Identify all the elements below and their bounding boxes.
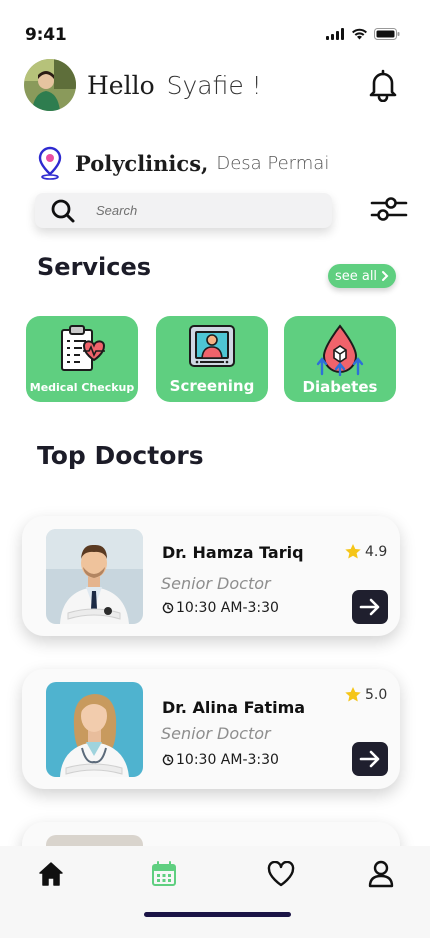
doctor-role: Senior Doctor bbox=[161, 724, 271, 743]
heart-icon bbox=[267, 861, 295, 887]
location-title: Polyclinics, bbox=[75, 150, 209, 176]
chevron-right-icon bbox=[382, 271, 389, 281]
hours-text: 10:30 AM-3:30 bbox=[176, 600, 279, 616]
doctor-card[interactable]: Dr. Alina Fatima 5.0 Senior Doctor 10:30… bbox=[22, 669, 400, 789]
service-label: Medical Checkup bbox=[29, 381, 135, 394]
monitor-doctor-icon bbox=[189, 325, 235, 367]
search-icon bbox=[51, 199, 75, 222]
service-label: Diabetes bbox=[302, 378, 378, 396]
location[interactable]: Polyclinics, Desa Permai bbox=[37, 146, 329, 180]
blood-drop-icon bbox=[316, 324, 364, 376]
top-doctors-title: Top Doctors bbox=[37, 441, 204, 470]
hours-text: 10:30 AM-3:30 bbox=[176, 752, 279, 768]
see-all-button[interactable]: see all bbox=[328, 264, 396, 288]
location-pin-icon bbox=[38, 146, 62, 180]
calendar-icon bbox=[152, 861, 176, 886]
doctor-rating: 4.9 bbox=[344, 543, 387, 560]
open-doctor-button[interactable] bbox=[352, 590, 388, 624]
services-title: Services bbox=[37, 253, 152, 281]
clock-icon bbox=[162, 754, 174, 766]
doctor-card[interactable]: Dr. Hamza Tariq 4.9 Senior Doctor 10:30 … bbox=[22, 516, 400, 636]
star-icon bbox=[345, 544, 361, 559]
greeting: Hello Syafie ! bbox=[87, 71, 262, 100]
doctor-hours: 10:30 AM-3:30 bbox=[162, 752, 279, 768]
doctor-role: Senior Doctor bbox=[161, 574, 271, 593]
home-icon bbox=[39, 862, 63, 886]
doctor-photo bbox=[46, 682, 143, 777]
location-subtitle: Desa Permai bbox=[216, 152, 330, 174]
rating-value: 5.0 bbox=[365, 686, 388, 703]
tab-favorites[interactable] bbox=[261, 854, 301, 894]
bell-icon[interactable] bbox=[368, 68, 398, 102]
greeting-hello: Hello bbox=[87, 71, 155, 100]
tab-profile[interactable] bbox=[361, 854, 401, 894]
clipboard-heartbeat-icon bbox=[61, 325, 106, 371]
tab-home[interactable] bbox=[31, 854, 71, 894]
service-label: Screening bbox=[169, 377, 255, 395]
greeting-user-name: Syafie ! bbox=[166, 71, 262, 100]
rating-value: 4.9 bbox=[365, 543, 388, 560]
filter-icon[interactable] bbox=[370, 196, 408, 222]
wifi-icon bbox=[352, 28, 367, 40]
see-all-label: see all bbox=[334, 268, 378, 284]
avatar[interactable] bbox=[24, 59, 76, 111]
tab-bar bbox=[0, 846, 430, 938]
doctor-name: Dr. Hamza Tariq bbox=[162, 543, 304, 562]
doctor-hours: 10:30 AM-3:30 bbox=[162, 600, 279, 616]
star-icon bbox=[345, 687, 361, 702]
doctor-name: Dr. Alina Fatima bbox=[162, 698, 306, 717]
service-diabetes[interactable]: Diabetes bbox=[284, 316, 396, 402]
search-input[interactable] bbox=[96, 203, 296, 218]
user-icon bbox=[368, 860, 394, 888]
service-medical-checkup[interactable]: Medical Checkup bbox=[26, 316, 138, 402]
tab-calendar[interactable] bbox=[144, 854, 184, 894]
status-bar: 9:41 bbox=[0, 0, 430, 50]
status-time: 9:41 bbox=[25, 25, 67, 45]
arrow-right-icon bbox=[359, 750, 380, 768]
service-screening[interactable]: Screening bbox=[156, 316, 268, 402]
doctor-photo bbox=[46, 529, 143, 624]
signal-icon bbox=[326, 28, 344, 40]
status-icons bbox=[326, 28, 400, 40]
home-indicator bbox=[144, 912, 291, 917]
arrow-right-icon bbox=[359, 598, 380, 616]
doctor-rating: 5.0 bbox=[344, 686, 387, 703]
battery-icon bbox=[374, 28, 400, 40]
clock-icon bbox=[162, 602, 174, 614]
open-doctor-button[interactable] bbox=[352, 742, 388, 776]
search-bar[interactable] bbox=[35, 193, 332, 228]
